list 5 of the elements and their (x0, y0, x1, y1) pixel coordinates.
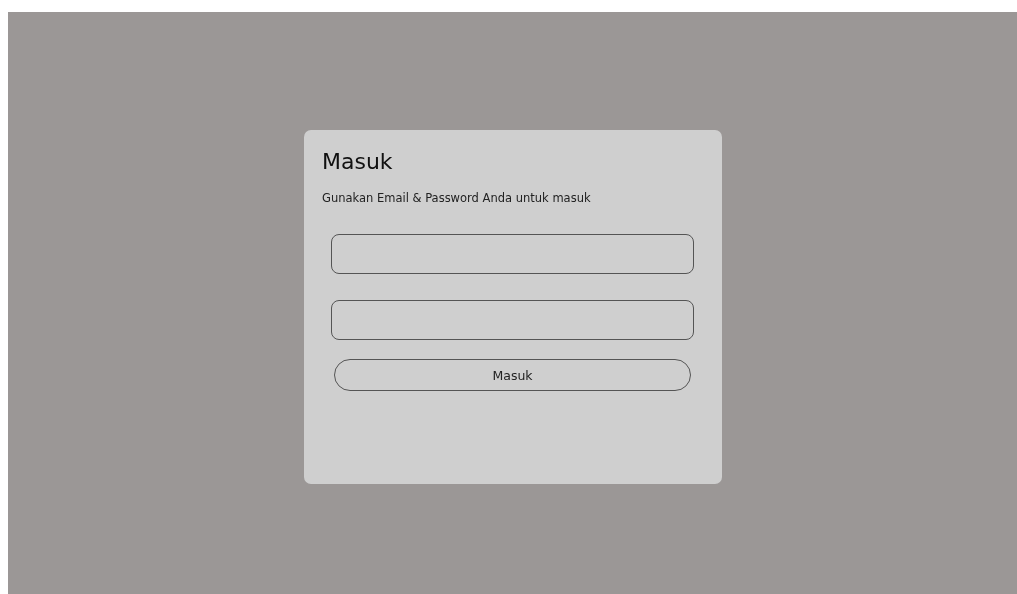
card-title: Masuk (322, 148, 394, 176)
input-field[interactable] (331, 234, 694, 274)
card-subtitle: Gunakan Email & Password Anda untuk masuk (322, 190, 592, 206)
login-button[interactable]: Masuk (334, 359, 691, 391)
input-field[interactable] (331, 300, 694, 340)
